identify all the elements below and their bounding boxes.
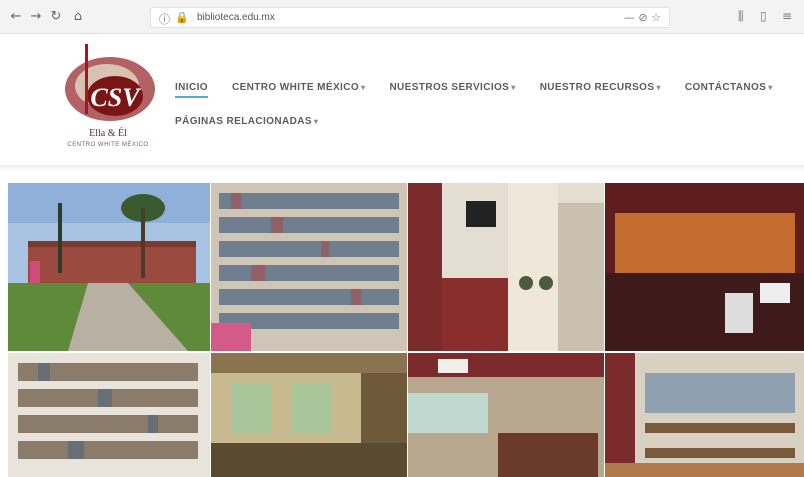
- chevron-down-icon: ▾: [511, 82, 516, 92]
- library-tables-photo: [605, 353, 804, 477]
- reading-area-photo: [408, 353, 604, 477]
- menu-item-label: CENTRO WHITE MÉXICO: [231, 81, 360, 93]
- chevron-down-icon: ▾: [313, 116, 319, 126]
- browser-toolbar: ← → ↻ ⌂ ⓘ 🔒 biblioteca.edu.mx — ⊘ ☆ ⫼ ▯ …: [0, 0, 804, 34]
- menu-item-recursos[interactable]: NUESTRO RECURSOS ▾: [540, 82, 661, 93]
- menu-item-label: NUESTROS SERVICIOS: [389, 81, 510, 93]
- campus-exterior-photo: [8, 183, 210, 351]
- chevron-down-icon: ▾: [361, 82, 366, 92]
- menu-item-label: INICIO: [175, 81, 208, 93]
- reception-photo: [408, 183, 604, 351]
- bookshelves-photo: [211, 183, 407, 351]
- menu-item-label: PÁGINAS RELACIONADAS: [175, 115, 312, 127]
- url-text[interactable]: biblioteca.edu.mx: [197, 12, 275, 23]
- menu-row-1: INICIO CENTRO WHITE MÉXICO ▾ NUESTROS SER…: [175, 76, 775, 98]
- menu-item-contactanos[interactable]: CONTÁCTANOS ▾: [685, 82, 773, 93]
- home-icon[interactable]: ⌂: [70, 9, 86, 25]
- site-logo[interactable]: CSV: [55, 44, 160, 156]
- photo-mosaic: [8, 183, 804, 477]
- header-divider: [0, 165, 804, 171]
- main-menu: INICIO CENTRO WHITE MÉXICO ▾ NUESTROS SER…: [175, 76, 775, 144]
- chevron-down-icon: ▾: [656, 82, 661, 92]
- bookshelf-closeup-photo: [8, 353, 210, 477]
- study-hall-photo: [211, 353, 407, 477]
- menu-item-inicio[interactable]: INICIO: [175, 81, 208, 98]
- zoom-and-bookmark-icons[interactable]: — ⊘ ☆: [624, 11, 661, 24]
- menu-item-paginas[interactable]: PÁGINAS RELACIONADAS ▾: [175, 116, 318, 127]
- logo-letters: CSV: [90, 83, 142, 112]
- menu-icon[interactable]: ≡: [782, 9, 792, 23]
- menu-item-label: CONTÁCTANOS: [684, 81, 767, 93]
- lock-icon: 🔒: [175, 11, 189, 24]
- reload-icon[interactable]: ↻: [48, 9, 64, 25]
- chevron-down-icon: ▾: [768, 82, 773, 92]
- sidebar-icon[interactable]: ▯: [760, 9, 767, 23]
- menu-row-2: PÁGINAS RELACIONADAS ▾: [175, 110, 775, 132]
- logo-subcaption: CENTRO WHITE MÉXICO: [67, 142, 149, 148]
- menu-item-servicios[interactable]: NUESTROS SERVICIOS ▾: [389, 82, 515, 93]
- info-icon[interactable]: ⓘ: [159, 11, 170, 27]
- back-icon[interactable]: ←: [8, 9, 24, 25]
- menu-item-label: NUESTRO RECURSOS: [539, 81, 655, 93]
- logo-caption: Ella & Él: [89, 128, 127, 139]
- forward-icon[interactable]: →: [28, 9, 44, 25]
- menu-item-centro-white[interactable]: CENTRO WHITE MÉXICO ▾: [232, 82, 365, 93]
- address-bar[interactable]: ⓘ 🔒 biblioteca.edu.mx — ⊘ ☆: [150, 7, 670, 28]
- lounge-photo: [605, 183, 804, 351]
- site-header: CSV Ella & Él CENTRO WHITE MÉXICO INICIO…: [0, 34, 804, 164]
- library-icon[interactable]: ⫼: [738, 9, 744, 24]
